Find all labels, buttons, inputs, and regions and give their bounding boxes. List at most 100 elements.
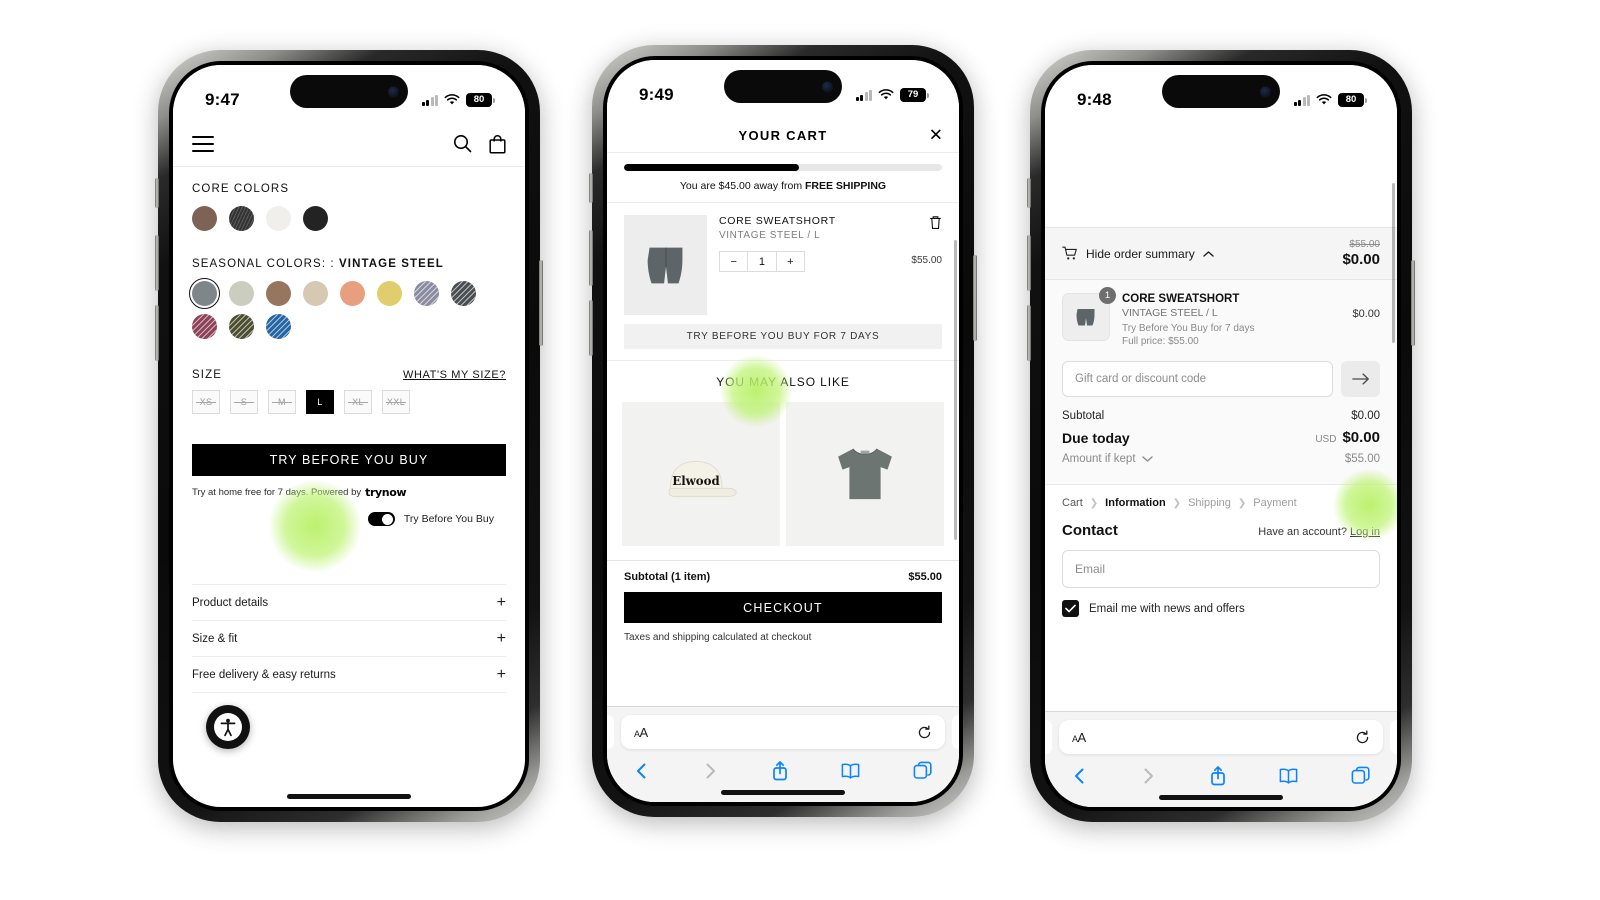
hamburger-menu-icon[interactable] bbox=[192, 131, 214, 157]
reload-icon[interactable] bbox=[917, 724, 932, 740]
swatch-wine[interactable] bbox=[192, 314, 217, 339]
swatch-salmon[interactable] bbox=[340, 281, 365, 306]
shopping-bag-icon[interactable] bbox=[489, 134, 506, 154]
size-option-s[interactable]: S bbox=[230, 390, 258, 414]
size-option-xl[interactable]: XL bbox=[344, 390, 372, 414]
front-camera-icon bbox=[822, 81, 833, 92]
accordion-size-fit[interactable]: Size & fit + bbox=[192, 621, 506, 657]
cart-subtotal-row: Subtotal (1 item) $55.00 bbox=[624, 571, 942, 583]
tbyb-badge[interactable]: TRY BEFORE YOU BUY FOR 7 DAYS bbox=[624, 324, 942, 349]
total-row-subtotal: Subtotal $0.00 bbox=[1062, 410, 1380, 422]
size-option-l[interactable]: L bbox=[306, 390, 334, 414]
cart-item-image[interactable] bbox=[624, 215, 707, 315]
power-button[interactable] bbox=[1411, 260, 1415, 346]
volume-down-button[interactable] bbox=[589, 300, 593, 356]
address-bar[interactable]: AA bbox=[621, 715, 945, 749]
front-camera-icon bbox=[1260, 86, 1271, 97]
swatch-cobalt[interactable] bbox=[266, 314, 291, 339]
volume-down-button[interactable] bbox=[155, 305, 159, 361]
swatch-sand[interactable] bbox=[303, 281, 328, 306]
log-in-link[interactable]: Log in bbox=[1350, 526, 1380, 538]
swatch-butter[interactable] bbox=[377, 281, 402, 306]
volume-up-button[interactable] bbox=[1027, 235, 1031, 291]
previous-tab-peek[interactable] bbox=[607, 715, 614, 749]
volume-up-button[interactable] bbox=[155, 235, 159, 291]
quantity-value[interactable]: 1 bbox=[747, 252, 777, 271]
increment-button[interactable]: + bbox=[777, 252, 804, 271]
silent-switch[interactable] bbox=[1027, 178, 1031, 208]
swatch-vintage-steel[interactable] bbox=[188, 277, 221, 310]
screen-cart: 9:49 79 YOUR CART ✕ You are $45.00 away … bbox=[607, 60, 959, 802]
accessibility-widget-button[interactable] bbox=[206, 705, 250, 749]
recommendation-cropped-tee[interactable] bbox=[786, 402, 944, 546]
progress-fill bbox=[624, 164, 799, 171]
silent-switch[interactable] bbox=[589, 173, 593, 203]
status-time: 9:48 bbox=[1077, 90, 1112, 109]
next-tab-peek[interactable] bbox=[952, 715, 959, 749]
size-option-xxl[interactable]: XXL bbox=[382, 390, 410, 414]
swatch-sage-grey[interactable] bbox=[229, 281, 254, 306]
size-option-m[interactable]: M bbox=[268, 390, 296, 414]
email-field[interactable]: Email bbox=[1062, 550, 1380, 588]
tabs-icon[interactable] bbox=[913, 761, 933, 780]
power-button[interactable] bbox=[973, 255, 977, 341]
trash-icon[interactable] bbox=[929, 215, 942, 235]
accordion-product-details[interactable]: Product details + bbox=[192, 585, 506, 621]
close-icon[interactable]: ✕ bbox=[929, 127, 943, 144]
newsletter-checkbox[interactable] bbox=[1062, 600, 1079, 617]
decrement-button[interactable]: − bbox=[720, 252, 747, 271]
swatch-brown[interactable] bbox=[192, 206, 217, 231]
apply-discount-button[interactable] bbox=[1341, 361, 1380, 397]
try-before-you-buy-toggle[interactable] bbox=[367, 512, 395, 526]
power-button[interactable] bbox=[539, 260, 543, 346]
reload-icon[interactable] bbox=[1355, 729, 1370, 745]
subtotal-label: Subtotal bbox=[1062, 410, 1105, 422]
chevron-right-icon: ❯ bbox=[1089, 497, 1099, 509]
swatch-black[interactable] bbox=[303, 206, 328, 231]
amount-if-kept-label: Amount if kept bbox=[1062, 453, 1136, 465]
discount-code-input[interactable]: Gift card or discount code bbox=[1062, 361, 1333, 397]
try-before-you-buy-button[interactable]: TRY BEFORE YOU BUY bbox=[192, 444, 506, 476]
whats-my-size-link[interactable]: WHAT'S MY SIZE? bbox=[403, 369, 506, 381]
share-icon[interactable] bbox=[1209, 765, 1227, 786]
volume-down-button[interactable] bbox=[1027, 305, 1031, 361]
total-row-amount-if-kept[interactable]: Amount if kept $55.00 bbox=[1062, 453, 1380, 465]
breadcrumb-cart[interactable]: Cart bbox=[1062, 497, 1083, 509]
swatch-charcoal-texture[interactable] bbox=[229, 206, 254, 231]
share-icon[interactable] bbox=[771, 760, 789, 781]
checkout-button[interactable]: CHECKOUT bbox=[624, 592, 942, 623]
address-bar[interactable]: AA bbox=[1059, 720, 1383, 754]
text-size-icon[interactable]: AA bbox=[634, 725, 648, 740]
page-scrollbar[interactable] bbox=[954, 240, 957, 540]
checkout-line-item: 1 CORE SWEATSHORT VINTAGE STEEL / L Try … bbox=[1045, 280, 1397, 357]
swatch-off-white[interactable] bbox=[266, 206, 291, 231]
swatch-graphite[interactable] bbox=[451, 281, 476, 306]
search-icon[interactable] bbox=[453, 134, 472, 153]
wifi-icon bbox=[878, 89, 894, 100]
previous-tab-peek[interactable] bbox=[1045, 720, 1052, 754]
order-summary-toggle-bar[interactable]: Hide order summary $55.00 $0.00 bbox=[1045, 227, 1397, 280]
text-size-icon[interactable]: AA bbox=[1072, 730, 1086, 745]
accessibility-icon bbox=[214, 713, 242, 741]
size-option-xs[interactable]: XS bbox=[192, 390, 220, 414]
silent-switch[interactable] bbox=[155, 178, 159, 208]
book-icon[interactable] bbox=[840, 762, 861, 780]
due-total: $0.00 bbox=[1342, 251, 1380, 268]
back-icon[interactable] bbox=[633, 761, 650, 781]
page-scrollbar[interactable] bbox=[1392, 183, 1395, 343]
chevron-down-icon[interactable] bbox=[1141, 455, 1153, 463]
swatch-olive[interactable] bbox=[229, 314, 254, 339]
newsletter-optin-row[interactable]: Email me with news and offers bbox=[1045, 588, 1397, 617]
next-tab-peek[interactable] bbox=[1390, 720, 1397, 754]
swatch-taupe[interactable] bbox=[266, 281, 291, 306]
recommendation-elwood-cap[interactable]: Elwood bbox=[622, 402, 780, 546]
book-icon[interactable] bbox=[1278, 767, 1299, 785]
hide-order-summary-button[interactable]: Hide order summary bbox=[1062, 246, 1214, 261]
volume-up-button[interactable] bbox=[589, 230, 593, 286]
accordion-free-delivery[interactable]: Free delivery & easy returns + bbox=[192, 657, 506, 693]
try-at-home-note: Try at home free for 7 days. Powered by … bbox=[192, 486, 407, 499]
swatch-slate-blue[interactable] bbox=[414, 281, 439, 306]
chevron-right-icon: ❯ bbox=[1172, 497, 1182, 509]
tabs-icon[interactable] bbox=[1351, 766, 1371, 785]
back-icon[interactable] bbox=[1071, 766, 1088, 786]
